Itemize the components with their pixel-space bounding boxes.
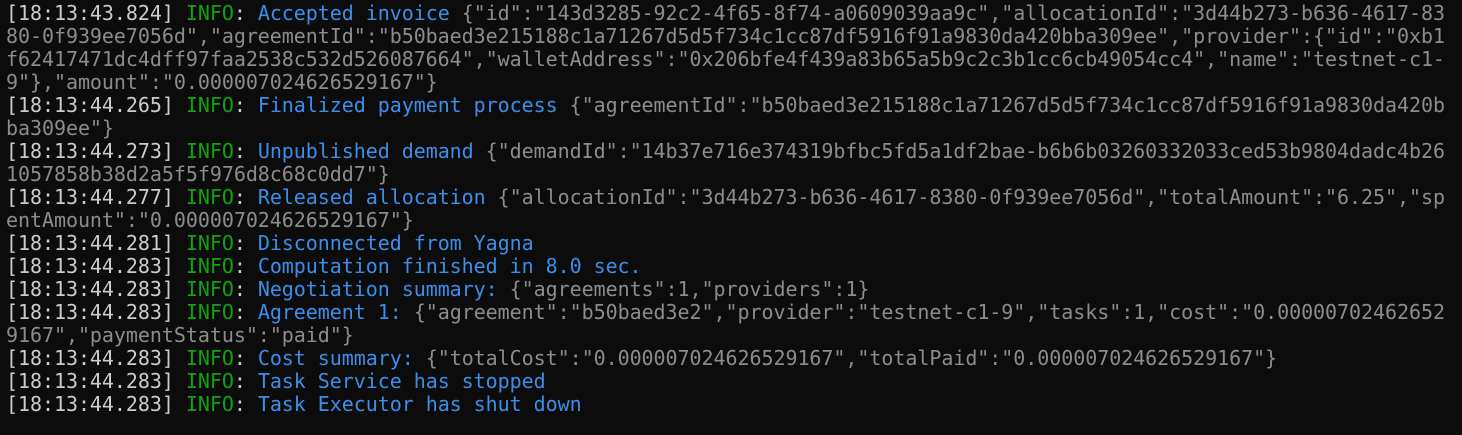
log-level: INFO: [185, 93, 234, 117]
log-message: Negotiation summary:: [257, 277, 498, 301]
log-line: [18:13:44.283] INFO: Task Service has st…: [6, 369, 546, 393]
log-timestamp: [18:13:44.283]: [6, 254, 174, 278]
log-level: INFO: [185, 369, 234, 393]
log-line: [18:13:44.283] INFO: Task Executor has s…: [6, 392, 582, 416]
log-message: Task Executor has shut down: [257, 392, 582, 416]
log-json-payload: {"totalCost":"0.000007024626529167","tot…: [425, 346, 1278, 370]
log-timestamp: [18:13:44.283]: [6, 277, 174, 301]
log-message: Task Service has stopped: [257, 369, 546, 393]
log-json-payload: {"agreements":1,"providers":1}: [509, 277, 870, 301]
log-timestamp: [18:13:44.265]: [6, 93, 174, 117]
log-timestamp: [18:13:44.281]: [6, 231, 174, 255]
log-line: [18:13:44.283] INFO: Computation finishe…: [6, 254, 642, 278]
log-line: [18:13:44.281] INFO: Disconnected from Y…: [6, 231, 534, 255]
log-level: INFO: [185, 254, 234, 278]
terminal-output[interactable]: [18:13:43.824] INFO: Accepted invoice {"…: [0, 0, 1451, 416]
log-timestamp: [18:13:44.283]: [6, 300, 174, 324]
log-timestamp: [18:13:44.273]: [6, 139, 174, 163]
log-line: [18:13:43.824] INFO: Accepted invoice {"…: [6, 1, 1445, 94]
log-level: INFO: [185, 231, 234, 255]
log-message: Disconnected from Yagna: [257, 231, 534, 255]
log-message: Computation finished in 8.0 sec.: [257, 254, 642, 278]
log-message: Agreement 1:: [257, 300, 402, 324]
log-line: [18:13:44.283] INFO: Negotiation summary…: [6, 277, 870, 301]
log-timestamp: [18:13:44.283]: [6, 392, 174, 416]
log-message: Accepted invoice: [257, 1, 450, 25]
log-line: [18:13:44.283] INFO: Cost summary: {"tot…: [6, 346, 1278, 370]
log-level: INFO: [185, 1, 234, 25]
log-message: Cost summary:: [257, 346, 414, 370]
log-line: [18:13:44.273] INFO: Unpublished demand …: [6, 139, 1445, 186]
log-level: INFO: [185, 139, 234, 163]
log-timestamp: [18:13:44.283]: [6, 369, 174, 393]
log-line: [18:13:44.283] INFO: Agreement 1: {"agre…: [6, 300, 1445, 347]
log-timestamp: [18:13:43.824]: [6, 1, 174, 25]
log-timestamp: [18:13:44.277]: [6, 185, 174, 209]
log-level: INFO: [185, 277, 234, 301]
log-message: Finalized payment process: [257, 93, 558, 117]
log-line: [18:13:44.277] INFO: Released allocation…: [6, 185, 1445, 232]
log-message: Unpublished demand: [257, 139, 474, 163]
log-level: INFO: [185, 300, 234, 324]
log-message: Released allocation: [257, 185, 486, 209]
log-line: [18:13:44.265] INFO: Finalized payment p…: [6, 93, 1445, 140]
log-level: INFO: [185, 346, 234, 370]
log-level: INFO: [185, 185, 234, 209]
log-level: INFO: [185, 392, 234, 416]
log-timestamp: [18:13:44.283]: [6, 346, 174, 370]
